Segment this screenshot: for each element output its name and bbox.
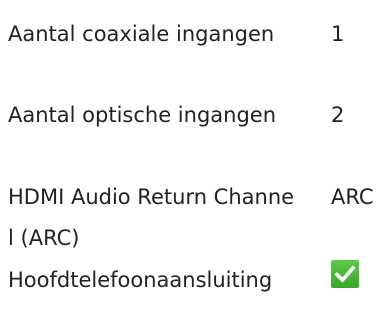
spec-row-headphone-jack: Hoofdtelefoonaansluiting (0, 246, 386, 328)
spec-label: Hoofdtelefoonaansluiting (8, 268, 273, 292)
spec-label: Aantal coaxiale ingangen (8, 22, 275, 46)
spec-value: 2 (331, 103, 345, 127)
spec-table: Aantal coaxiale ingangen 1 Aantal optisc… (0, 0, 386, 328)
spec-value: ARC (331, 185, 374, 209)
spec-label: Aantal optische ingangen (8, 103, 277, 127)
spec-row-hdmi-arc: HDMI Audio Return Channel (ARC) ARC (0, 163, 386, 250)
spec-value: 1 (331, 22, 345, 46)
spec-row-coaxial-inputs: Aantal coaxiale ingangen 1 (0, 0, 386, 81)
checkmark-glyph (334, 265, 356, 283)
spec-row-optical-inputs: Aantal optische ingangen 2 (0, 81, 386, 163)
checkmark-icon (331, 260, 359, 288)
